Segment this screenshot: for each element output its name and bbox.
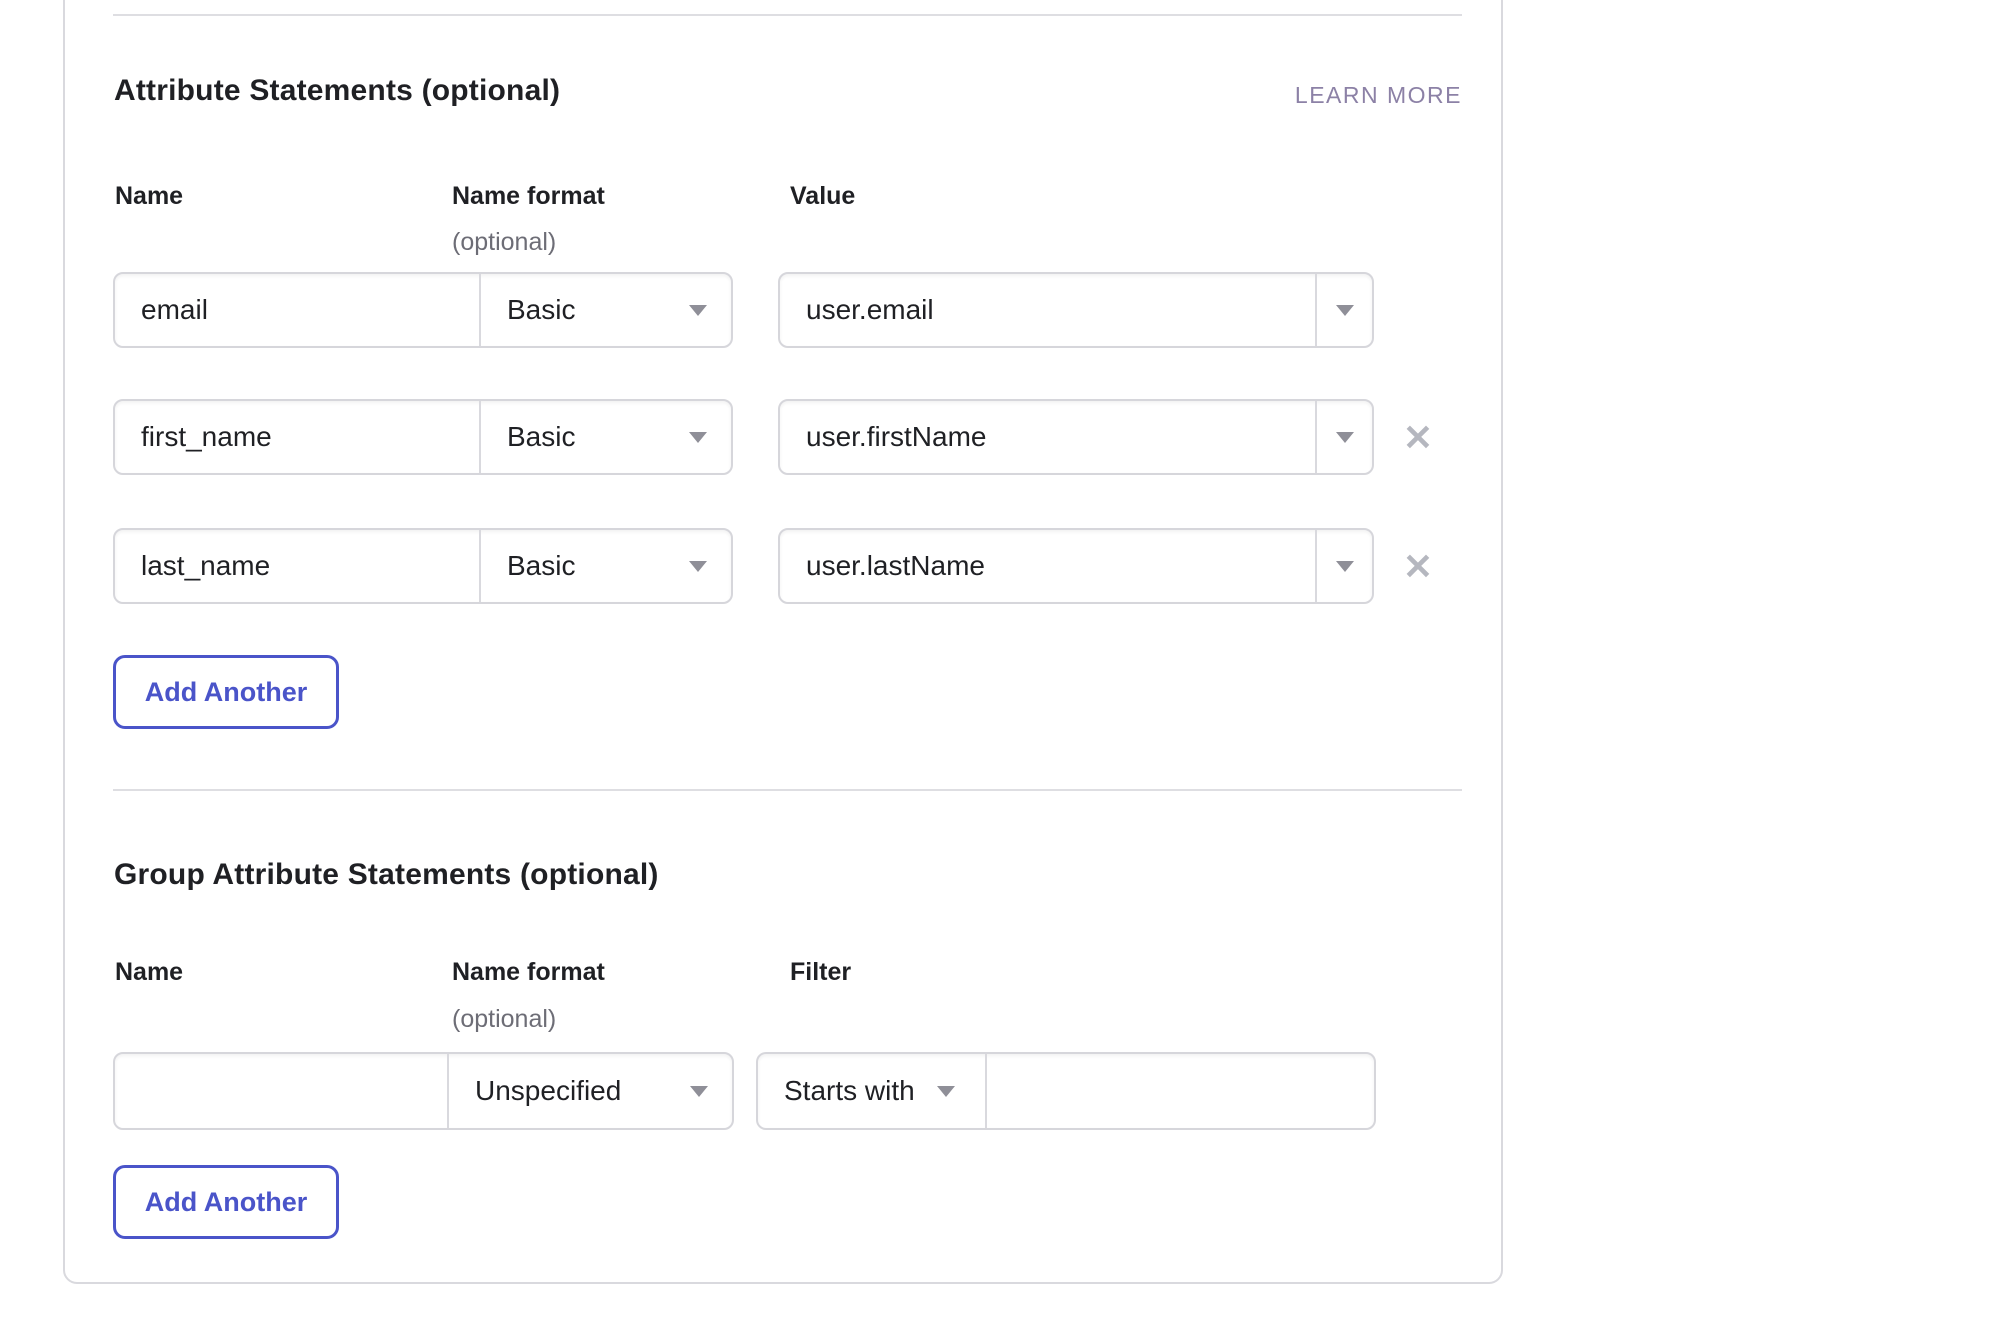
attribute-row-name-group: Basic <box>113 528 733 604</box>
attribute-value-input[interactable] <box>780 401 1315 473</box>
chevron-down-icon <box>689 305 707 316</box>
filter-value-input[interactable] <box>987 1054 1374 1128</box>
group-attribute-name-group: Unspecified <box>113 1052 734 1130</box>
value-select-toggle[interactable] <box>1317 530 1372 602</box>
name-format-select[interactable]: Basic <box>481 401 731 473</box>
column-header-name-format: Name format <box>452 182 605 211</box>
name-format-selected-value: Basic <box>507 421 575 453</box>
attribute-name-input[interactable] <box>115 401 479 473</box>
column-header-name: Name <box>115 182 183 211</box>
remove-attribute-button[interactable]: ✕ <box>1396 416 1440 460</box>
remove-attribute-button[interactable]: ✕ <box>1396 545 1440 589</box>
value-select-toggle[interactable] <box>1317 274 1372 346</box>
filter-type-select[interactable]: Starts with <box>758 1054 985 1128</box>
value-select-toggle[interactable] <box>1317 401 1372 473</box>
group-name-format-select[interactable]: Unspecified <box>449 1054 732 1128</box>
attribute-value-combobox <box>778 272 1374 348</box>
group-name-format-selected-value: Unspecified <box>475 1075 621 1107</box>
attribute-value-input[interactable] <box>780 530 1315 602</box>
chevron-down-icon <box>1336 561 1354 572</box>
attribute-value-combobox <box>778 528 1374 604</box>
group-filter-group: Starts with <box>756 1052 1376 1130</box>
name-format-selected-value: Basic <box>507 294 575 326</box>
attribute-value-input[interactable] <box>780 274 1315 346</box>
group-column-header-filter: Filter <box>790 958 851 987</box>
group-column-header-name: Name <box>115 958 183 987</box>
attribute-name-input[interactable] <box>115 274 479 346</box>
group-column-header-name-format: Name format <box>452 958 605 987</box>
section-divider-top <box>113 14 1462 16</box>
attribute-name-input[interactable] <box>115 530 479 602</box>
name-format-selected-value: Basic <box>507 550 575 582</box>
chevron-down-icon <box>1336 432 1354 443</box>
attribute-row-name-group: Basic <box>113 399 733 475</box>
column-header-value: Value <box>790 182 855 211</box>
filter-type-selected-value: Starts with <box>784 1075 915 1107</box>
column-header-name-format-note: (optional) <box>452 228 556 257</box>
group-attribute-statements-title: Group Attribute Statements (optional) <box>114 858 659 892</box>
chevron-down-icon <box>937 1086 955 1097</box>
group-attribute-name-input[interactable] <box>115 1054 447 1128</box>
name-format-select[interactable]: Basic <box>481 274 731 346</box>
attribute-statements-title: Attribute Statements (optional) <box>114 74 560 108</box>
add-group-attribute-button[interactable]: Add Another <box>113 1165 339 1239</box>
chevron-down-icon <box>1336 305 1354 316</box>
attribute-value-combobox <box>778 399 1374 475</box>
learn-more-link[interactable]: LEARN MORE <box>1295 82 1462 109</box>
chevron-down-icon <box>690 1086 708 1097</box>
add-attribute-button[interactable]: Add Another <box>113 655 339 729</box>
group-column-header-name-format-note: (optional) <box>452 1005 556 1034</box>
chevron-down-icon <box>689 561 707 572</box>
section-divider-middle <box>113 789 1462 791</box>
attribute-row-name-group: Basic <box>113 272 733 348</box>
name-format-select[interactable]: Basic <box>481 530 731 602</box>
chevron-down-icon <box>689 432 707 443</box>
